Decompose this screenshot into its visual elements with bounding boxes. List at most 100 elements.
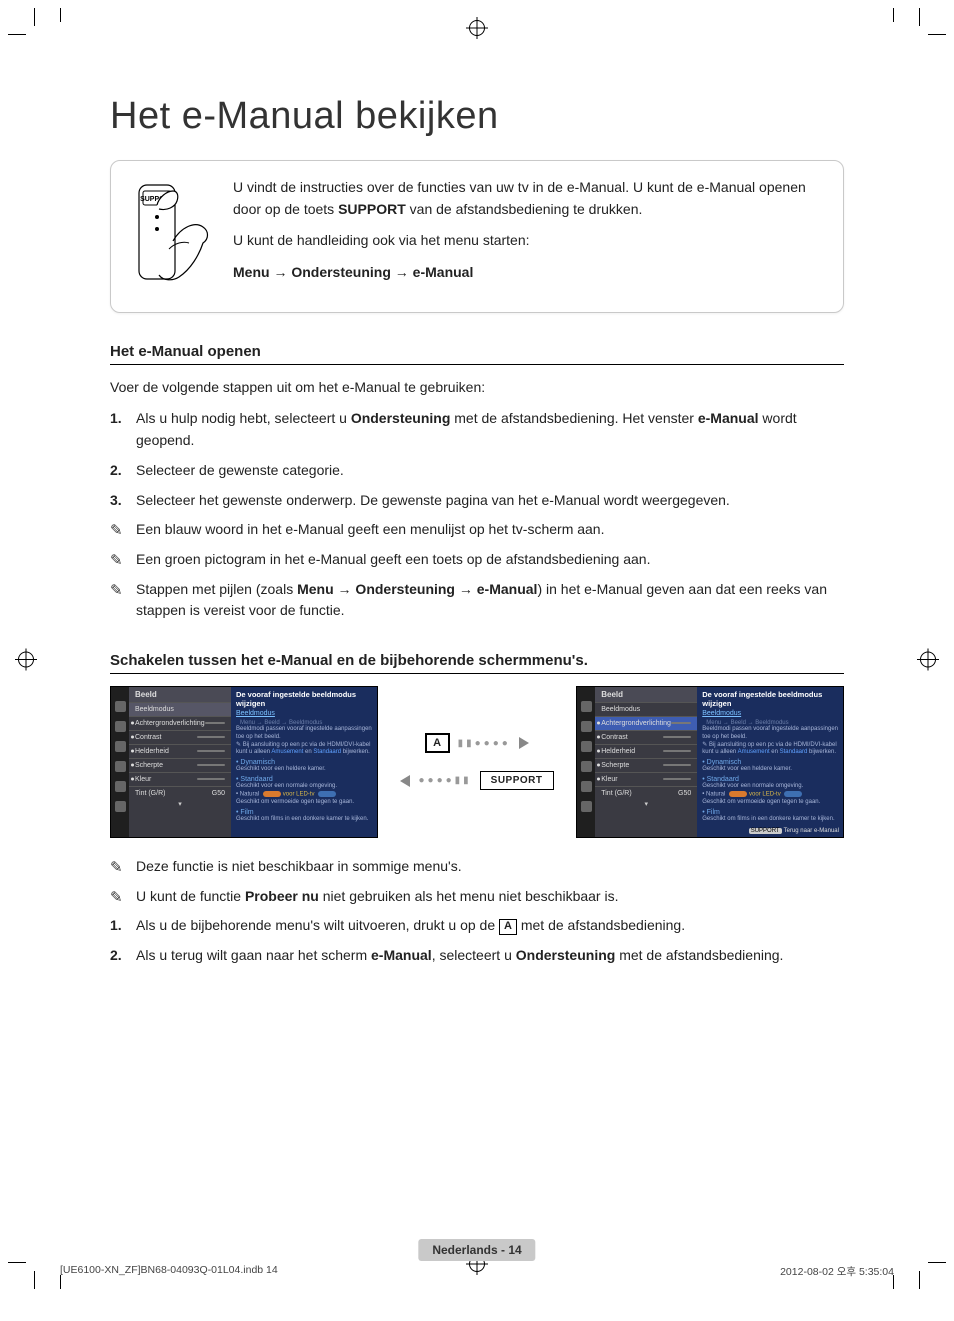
text: U kunt de functie [136,888,245,904]
tv-comparison-row: Beeld Beeldmodus Achtergrondverlichting … [110,686,844,838]
tv-menu-item: Contrast [595,730,697,744]
tv-menu-title: Beeld [595,687,697,702]
tv-menu-scroll-indicator: ▾ [595,800,697,808]
print-file-name: [UE6100-XN_ZF]BN68-04093Q-01L04.indb 14 [60,1264,278,1279]
tv-detail-bullet: • Dynamisch [702,759,838,766]
text: Als u terug wilt gaan naar het scherm [136,947,371,963]
section2-heading: Schakelen tussen het e-Manual en de bijb… [110,652,844,674]
text: Stappen met pijlen (zoals [136,581,297,597]
tv-menu-item: Beeldmodus [595,702,697,716]
nav-icon [115,761,126,772]
note-item: Stappen met pijlen (zoals Menu → Onderst… [110,579,844,622]
section2-notes: Deze functie is niet beschikbaar in somm… [110,856,844,907]
page-title: Het e-Manual bekijken [110,95,844,138]
tv-action-bar: SUPPORTTerug naar e-Manual [749,828,839,834]
tv-detail-tab-active: Beeldmodus [702,710,741,717]
tv-menu-item: Scherpte [129,758,231,772]
tv-menu-item: Achtergrondverlichting [129,716,231,730]
nav-icon [581,781,592,792]
nav-icon [581,761,592,772]
frame-guide [60,8,61,22]
tv-detail-bullet: • Film [236,809,372,816]
text: met de afstandsbediening. Het venster [450,410,697,426]
dots-icon: ●●●●▮▮ [418,775,471,786]
tv-menu-item: Kleur [129,772,231,786]
crop-mark [928,34,946,35]
step-item: Als u terug wilt gaan naar het scherm e-… [110,945,844,967]
tv-bullet-desc: Geschikt om vermoeide ogen tegen te gaan… [702,799,838,807]
tv-menu-item: Helderheid [595,744,697,758]
nav-icon [581,741,592,752]
text-bold: Probeer nu [245,888,319,904]
registration-mark-top [469,20,485,39]
tv-detail-note: ✎ Bij aansluiting op een pc via de HDMI/… [236,742,372,758]
tv-detail-bullet: • Dynamisch [236,759,372,766]
tv-menu-item: Beeldmodus [129,702,231,716]
section1-lead: Voer de volgende stappen uit om het e-Ma… [110,377,844,399]
nav-icon [581,801,592,812]
tv-detail-desc: Beeldmodi passen vooraf ingestelde aanpa… [702,726,838,742]
print-timestamp: 2012-08-02 오후 5:35:04 [780,1264,894,1279]
tv-detail-title: De vooraf ingestelde beeldmodus wijzigen [702,690,838,708]
tv-detail-panel: De vooraf ingestelde beeldmodus wijzigen… [697,687,843,837]
tv-bullet-desc: Geschikt voor een heldere kamer. [236,766,372,774]
intro-card: SUPPORT U vindt de instructies over de f… [110,160,844,313]
text-bold: e-Manual [698,410,759,426]
crop-mark [34,1271,35,1289]
key-a-icon: A [499,919,517,934]
intro-line2: U kunt de handleiding ook via het menu s… [233,230,825,252]
key-a-icon: A [425,733,449,753]
tv-bullet-desc: Geschikt om vermoeide ogen tegen te gaan… [236,799,372,807]
print-footer-line: [UE6100-XN_ZF]BN68-04093Q-01L04.indb 14 … [60,1264,894,1279]
tv-menu-item: Contrast [129,730,231,744]
arrow-right-icon [519,737,529,749]
tv-detail-desc: Beeldmodi passen vooraf ingestelde aanpa… [236,726,372,742]
note-item: Een blauw woord in het e-Manual geeft ee… [110,519,844,541]
tv-bullet-desc: Geschikt voor een heldere kamer. [702,766,838,774]
arrow-left-icon [400,775,410,787]
text-bold: Ondersteuning [351,410,451,426]
tv-menu-item: Helderheid [129,744,231,758]
section1-notes: Een blauw woord in het e-Manual geeft ee… [110,519,844,622]
tv-detail-title: De vooraf ingestelde beeldmodus wijzigen [236,690,372,708]
text-bold: Menu → Ondersteuning → e-Manual [297,581,537,597]
text-bold: e-Manual [371,947,432,963]
intro-line1-key: SUPPORT [338,201,406,217]
tv-detail-bullet: • Natural voor LED-tv [702,791,838,799]
tv-bullet-desc: Geschikt voor een normale omgeving. [236,783,372,791]
crop-mark [919,1271,920,1289]
step-item: Als u hulp nodig hebt, selecteert u Onde… [110,408,844,451]
tv-menu-scroll-indicator: ▾ [129,800,231,808]
tv-detail-bullet: • Film [702,809,838,816]
crop-mark [8,1262,26,1263]
text: met de afstandsbediening. [517,917,685,933]
intro-menu-path: Menu → Ondersteuning → e-Manual [233,262,825,284]
note-item: Een groen pictogram in het e-Manual geef… [110,549,844,571]
tv-detail-bullet: • Standaard [236,776,372,783]
remote-illustration: SUPPORT [129,177,215,292]
tv-screenshot-right: Beeld Beeldmodus Achtergrondverlichting … [576,686,844,838]
tv-icon-column [577,687,595,837]
crop-mark [919,8,920,26]
nav-icon [115,741,126,752]
tv-screenshot-left: Beeld Beeldmodus Achtergrondverlichting … [110,686,378,838]
nav-icon [115,701,126,712]
text: niet gebruiken als het menu niet beschik… [319,888,619,904]
tv-menu-column: Beeld Beeldmodus Achtergrondverlichting … [595,687,697,837]
nav-icon [115,801,126,812]
dots-icon: ▮▮●●●● [458,738,511,749]
note-item: Deze functie is niet beschikbaar in somm… [110,856,844,878]
tv-detail-tab-active: Beeldmodus [236,710,275,717]
tv-menu-item: Tint (G/R)G50 [129,786,231,800]
crop-mark [8,34,26,35]
step-item: Als u de bijbehorende menu's wilt uitvoe… [110,915,844,937]
intro-text: U vindt de instructies over de functies … [233,177,825,294]
text: Als u hulp nodig hebt, selecteert u [136,410,351,426]
tv-menu-item: Achtergrondverlichting [595,716,697,730]
tv-icon-column [111,687,129,837]
page: Het e-Manual bekijken SUPPORT [0,0,954,1321]
tv-detail-bullet: • Standaard [702,776,838,783]
content-area: Het e-Manual bekijken SUPPORT [60,30,894,967]
tv-detail-bullet: • Natural voor LED-tv [236,791,372,799]
nav-icon [115,721,126,732]
